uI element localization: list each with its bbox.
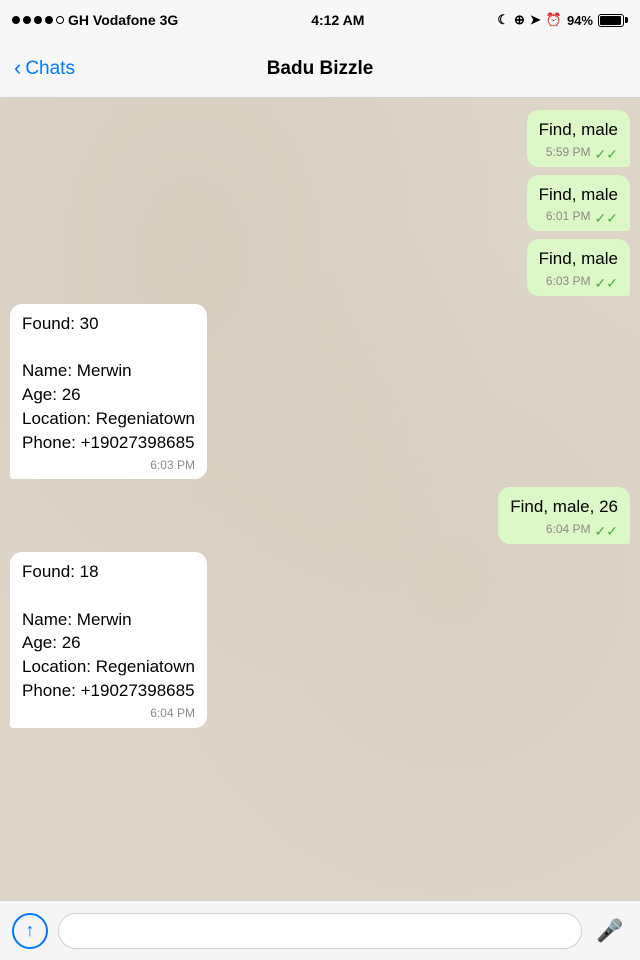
battery-body (598, 14, 624, 27)
mic-icon: 🎤 (596, 918, 623, 944)
time-label: 4:12 AM (311, 12, 364, 28)
bubble-time-4: 6:03 PM (150, 457, 195, 474)
moon-icon: ☾ (497, 12, 509, 28)
checkmarks-2: ✓✓ (595, 211, 618, 225)
bubble-5: Find, male, 26 6:04 PM ✓✓ (498, 487, 630, 544)
lock-icon: ⊕ (514, 12, 525, 28)
bubble-4: Found: 30 Name: Merwin Age: 26 Location:… (10, 304, 207, 480)
status-right: ☾ ⊕ ➤ ⏰ 94% (497, 12, 628, 28)
battery-tip (625, 17, 628, 23)
message-input[interactable] (58, 913, 582, 949)
bubble-time-6: 6:04 PM (150, 705, 195, 722)
bubble-6: Found: 18 Name: Merwin Age: 26 Location:… (10, 552, 207, 728)
location-icon: ➤ (530, 12, 541, 28)
signal-dots (12, 16, 64, 24)
message-row-4: Found: 30 Name: Merwin Age: 26 Location:… (10, 304, 630, 480)
checkmarks-3: ✓✓ (595, 276, 618, 290)
bubble-text-3: Find, male (539, 249, 618, 268)
dot2 (23, 16, 31, 24)
bubble-time-1: 5:59 PM (546, 144, 591, 161)
carrier-label: GH Vodafone (68, 12, 156, 28)
checkmarks-1: ✓✓ (595, 147, 618, 161)
chevron-left-icon: ‹ (14, 55, 21, 81)
bubble-meta-5: 6:04 PM ✓✓ (510, 521, 618, 538)
bubble-text-4: Found: 30 Name: Merwin Age: 26 Location:… (22, 314, 195, 452)
alarm-icon: ⏰ (546, 12, 562, 28)
bubble-meta-6: 6:04 PM (22, 705, 195, 722)
nav-title: Badu Bizzle (267, 58, 374, 80)
back-label: Chats (25, 58, 75, 80)
message-row-6: Found: 18 Name: Merwin Age: 26 Location:… (10, 552, 630, 728)
checkmarks-5: ✓✓ (595, 524, 618, 538)
bubble-time-3: 6:03 PM (546, 273, 591, 290)
dot4 (45, 16, 53, 24)
dot1 (12, 16, 20, 24)
bubble-2: Find, male 6:01 PM ✓✓ (527, 175, 630, 232)
bubble-3: Find, male 6:03 PM ✓✓ (527, 239, 630, 296)
bubble-text-1: Find, male (539, 120, 618, 139)
input-bar: ↑ 🎤 (0, 900, 640, 960)
bubble-text-6: Found: 18 Name: Merwin Age: 26 Location:… (22, 562, 195, 700)
message-row-1: Find, male 5:59 PM ✓✓ (10, 110, 630, 167)
dot3 (34, 16, 42, 24)
battery-fill (600, 16, 621, 25)
bubble-meta-2: 6:01 PM ✓✓ (539, 208, 618, 225)
bubble-time-2: 6:01 PM (546, 208, 591, 225)
mic-button[interactable]: 🎤 (592, 913, 628, 949)
bubble-meta-1: 5:59 PM ✓✓ (539, 144, 618, 161)
message-row-3: Find, male 6:03 PM ✓✓ (10, 239, 630, 296)
nav-bar: ‹ Chats Badu Bizzle (0, 40, 640, 98)
bubble-1: Find, male 5:59 PM ✓✓ (527, 110, 630, 167)
bubble-meta-3: 6:03 PM ✓✓ (539, 273, 618, 290)
status-bar: GH Vodafone 3G 4:12 AM ☾ ⊕ ➤ ⏰ 94% (0, 0, 640, 40)
upload-icon: ↑ (26, 920, 35, 941)
battery-label: 94% (567, 13, 593, 28)
chat-area: Find, male5:59 PM✓✓Find, male6:01 PM✓✓Fi… (0, 98, 640, 900)
message-row-5: Find, male, 26 6:04 PM ✓✓ (10, 487, 630, 544)
back-button[interactable]: ‹ Chats (14, 56, 104, 81)
bubble-text-2: Find, male (539, 185, 618, 204)
bubble-meta-4: 6:03 PM (22, 457, 195, 474)
bubble-time-5: 6:04 PM (546, 521, 591, 538)
network-label: 3G (160, 12, 179, 28)
status-left: GH Vodafone 3G (12, 12, 178, 28)
upload-button[interactable]: ↑ (12, 913, 48, 949)
message-row-2: Find, male 6:01 PM ✓✓ (10, 175, 630, 232)
bubble-text-5: Find, male, 26 (510, 497, 618, 516)
dot5 (56, 16, 64, 24)
battery-indicator (598, 14, 628, 27)
